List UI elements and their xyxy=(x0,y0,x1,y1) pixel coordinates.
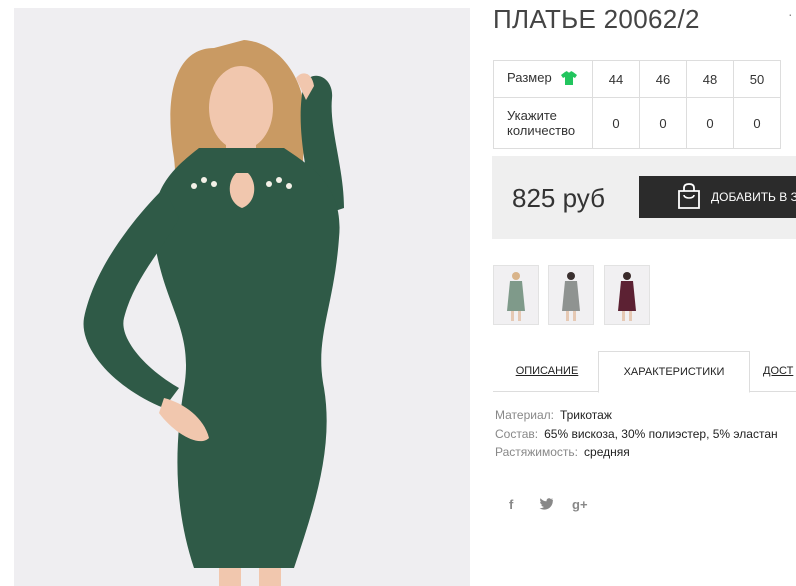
product-photo[interactable] xyxy=(14,8,470,586)
qty-input-48[interactable]: 0 xyxy=(686,97,734,149)
spec-key: Состав: xyxy=(495,427,539,441)
product-title: ПЛАТЬЕ 20062/2 xyxy=(493,4,700,34)
grey-dress-thumb-icon xyxy=(562,272,580,321)
twitter-icon[interactable] xyxy=(539,498,553,513)
qty-input-46[interactable]: 0 xyxy=(639,97,687,149)
tab-characteristics-label: ХАРАКТЕРИСТИКИ xyxy=(623,366,725,378)
tab-delivery-label: ДОСТ xyxy=(763,365,794,377)
spec-value: Трикотаж xyxy=(559,408,612,422)
clipped-mark: · xyxy=(788,6,793,22)
size-44: 44 xyxy=(592,60,640,98)
tab-delivery[interactable]: ДОСТ xyxy=(763,351,796,391)
google-plus-icon[interactable]: g+ xyxy=(572,497,588,512)
tab-characteristics[interactable]: ХАРАКТЕРИСТИКИ xyxy=(598,351,750,393)
size-48: 48 xyxy=(686,60,734,98)
spec-material: Материал: Трикотаж xyxy=(495,408,612,422)
spec-key: Материал: xyxy=(495,408,554,422)
price: 825 руб xyxy=(512,183,605,213)
tab-description-label: ОПИСАНИЕ xyxy=(515,365,579,377)
thumbnail-grey[interactable] xyxy=(548,265,594,325)
shopping-bag-icon xyxy=(677,182,701,212)
green-dress-thumb-icon xyxy=(507,272,525,321)
size-table: Размер 44 46 48 50 Укажите количество 0 … xyxy=(493,60,781,149)
tab-description[interactable]: ОПИСАНИЕ xyxy=(493,351,601,391)
model-illustration xyxy=(83,40,344,586)
spec-stretch: Растяжимость: средняя xyxy=(495,445,630,459)
size-label-cell: Размер xyxy=(493,60,593,98)
size-46: 46 xyxy=(639,60,687,98)
spec-key: Растяжимость: xyxy=(495,445,579,459)
burgundy-dress-thumb-icon xyxy=(618,272,636,321)
qty-label: Укажите количество xyxy=(493,97,593,149)
add-to-cart-button[interactable]: ДОБАВИТЬ В ЗА xyxy=(639,176,796,218)
add-to-cart-label: ДОБАВИТЬ В ЗА xyxy=(711,190,796,204)
qty-input-50[interactable]: 0 xyxy=(733,97,781,149)
spec-value: средняя xyxy=(584,445,630,459)
size-chart-icon[interactable] xyxy=(561,70,578,88)
price-panel: 825 руб ДОБАВИТЬ В ЗА xyxy=(492,156,796,239)
qty-input-44[interactable]: 0 xyxy=(592,97,640,149)
thumbnail-green[interactable] xyxy=(493,265,539,325)
spec-composition: Состав: 65% вискоза, 30% полиэстер, 5% эл… xyxy=(495,427,778,441)
spec-value: 65% вискоза, 30% полиэстер, 5% эластан xyxy=(544,427,778,441)
facebook-icon[interactable]: f xyxy=(509,497,513,512)
size-label: Размер xyxy=(507,70,552,86)
thumbnail-burgundy[interactable] xyxy=(604,265,650,325)
size-50: 50 xyxy=(733,60,781,98)
product-tabs: ОПИСАНИЕ ХАРАКТЕРИСТИКИ ДОСТ xyxy=(493,351,796,393)
